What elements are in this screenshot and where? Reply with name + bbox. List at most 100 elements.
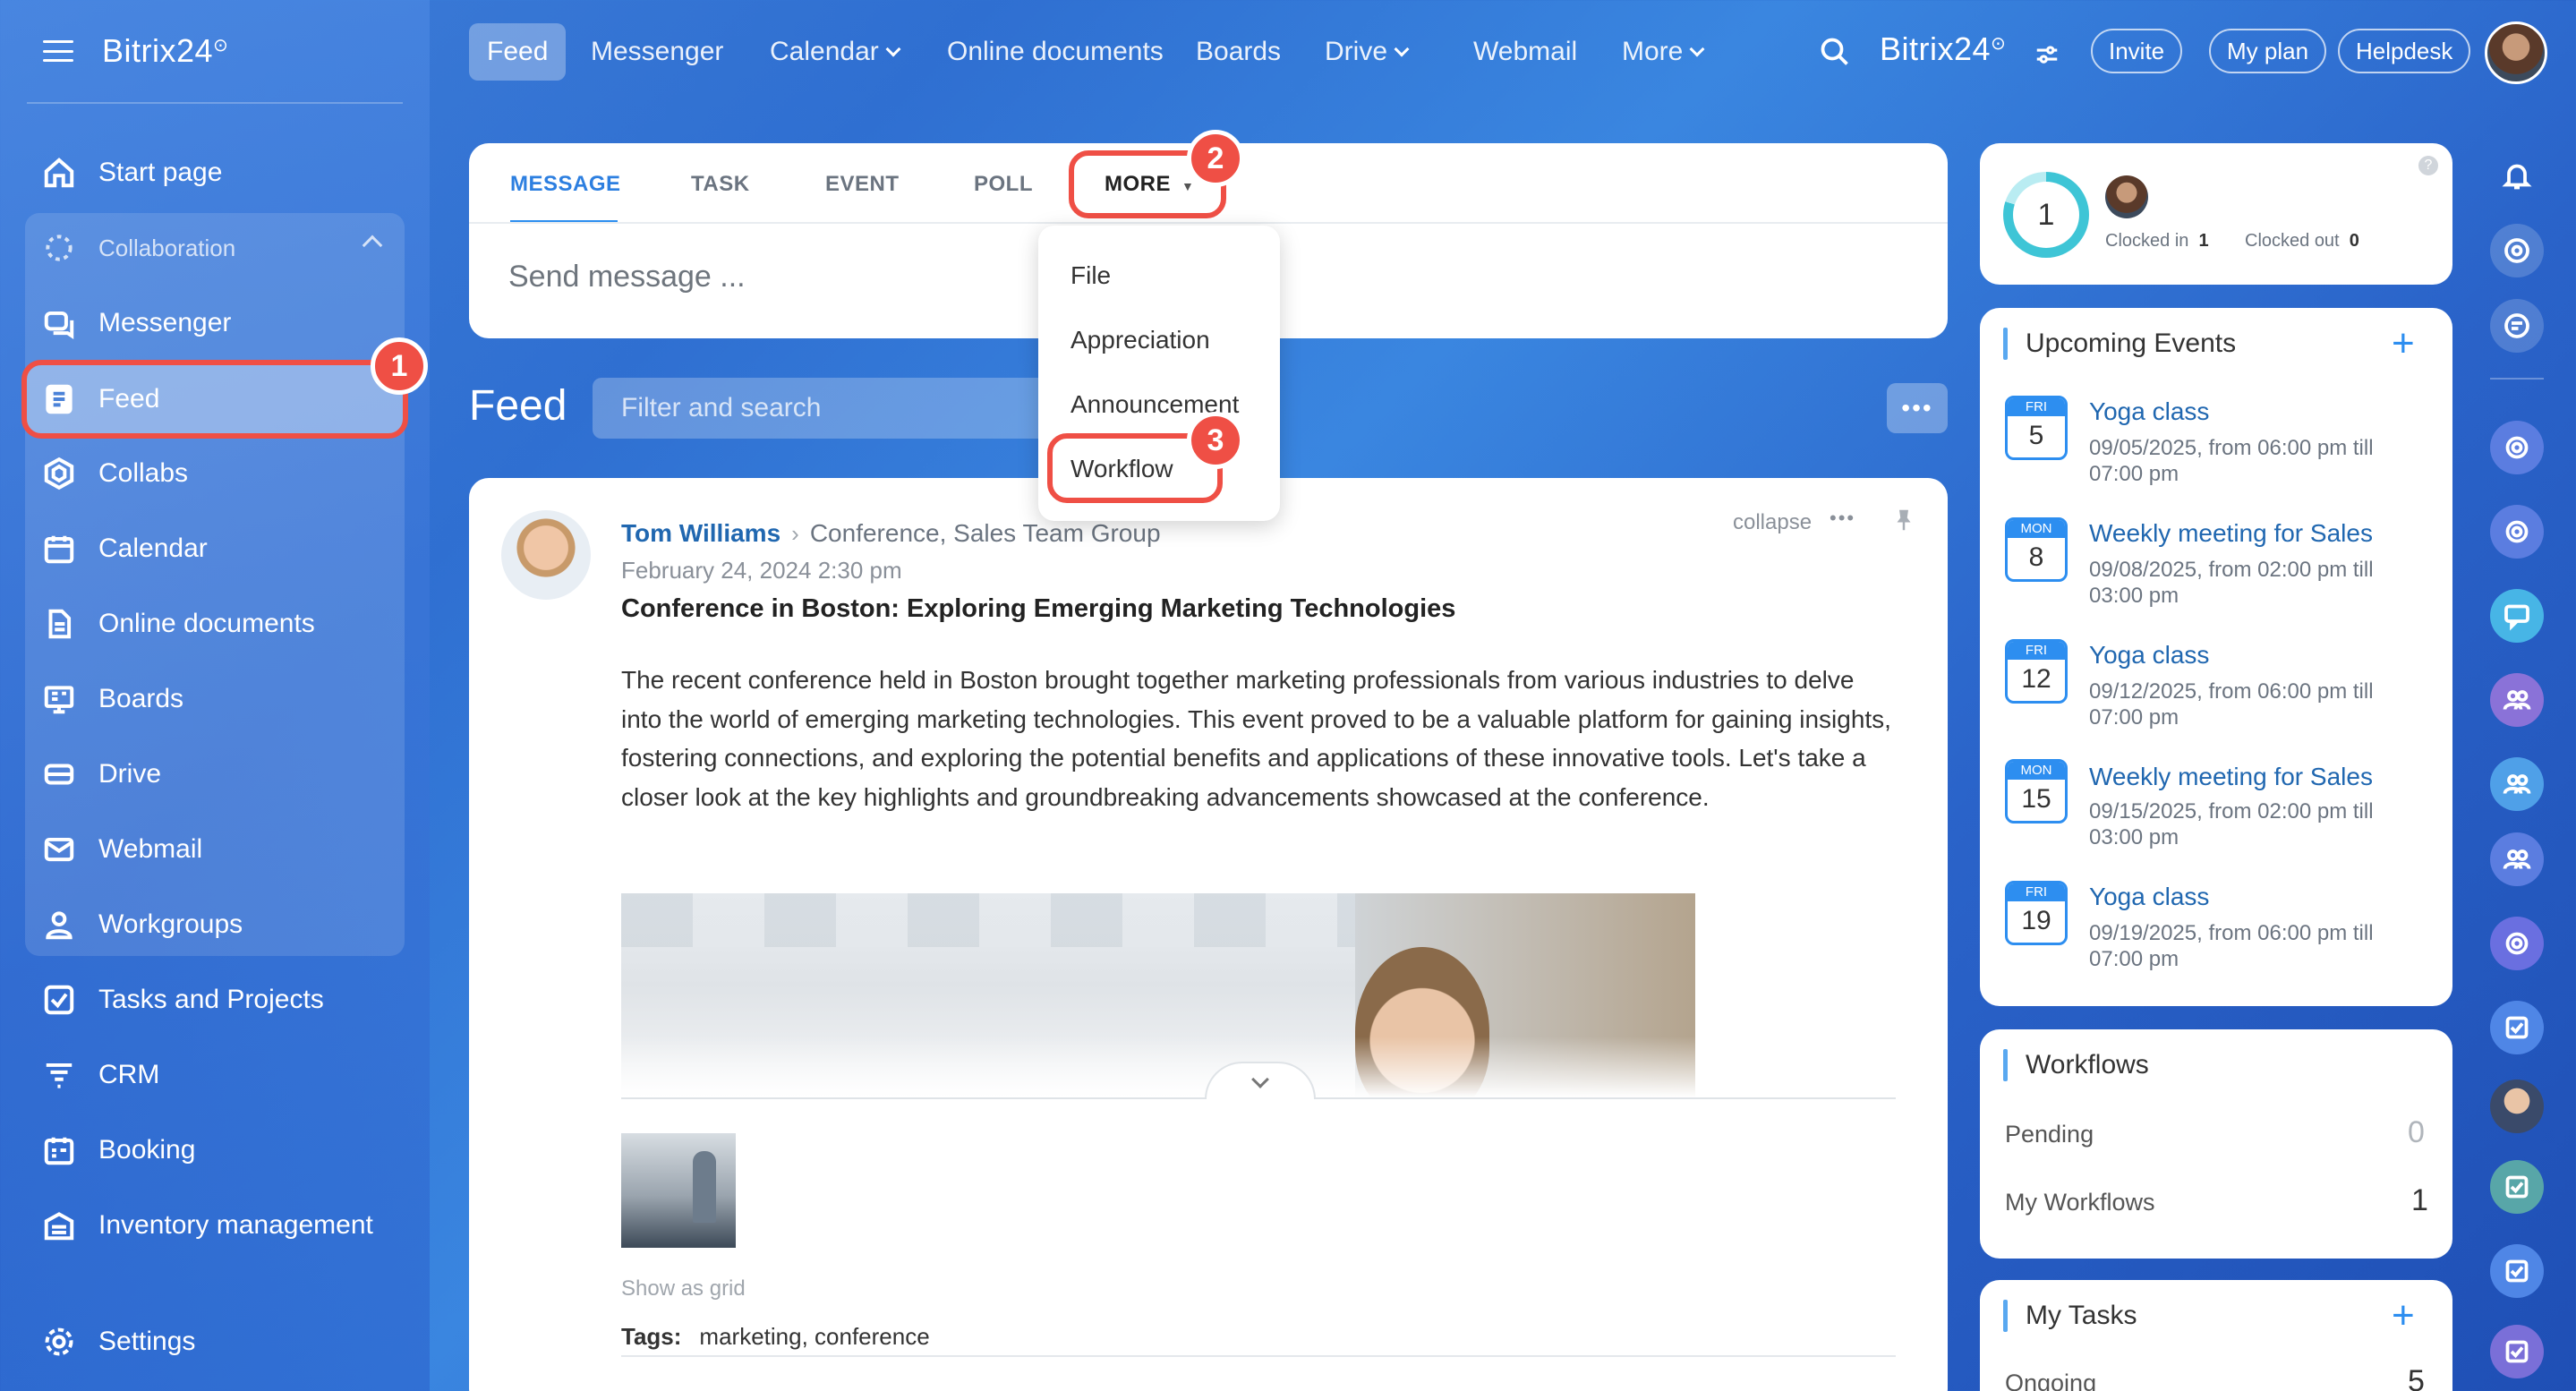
booking-icon (41, 1132, 77, 1168)
post-image[interactable] (621, 893, 1695, 1097)
tasks-ongoing-count: 5 (2408, 1364, 2425, 1391)
help-icon[interactable]: ? (2418, 156, 2438, 175)
topnav-webmail[interactable]: Webmail (1455, 23, 1595, 81)
post-target[interactable]: Conference, Sales Team Group (810, 519, 1161, 548)
event-time: 09/19/2025, from 06:00 pm till 07:00 pm (2089, 921, 2374, 971)
sidebar-item-messenger[interactable]: Messenger (27, 288, 403, 358)
user-chat-avatar[interactable] (2490, 1080, 2544, 1133)
event-day: MON (2008, 520, 2065, 538)
task-chat-icon[interactable] (2490, 1244, 2544, 1298)
sidebar-item-boards[interactable]: Boards (27, 664, 403, 734)
tab-message[interactable]: MESSAGE (510, 172, 621, 197)
search-icon[interactable] (1819, 36, 1851, 68)
event-title[interactable]: Yoga class (2089, 883, 2209, 911)
activity-icon[interactable] (2490, 224, 2544, 277)
tab-task[interactable]: TASK (691, 172, 750, 197)
channel-icon[interactable] (2490, 917, 2544, 970)
more-options-icon[interactable]: ••• (1887, 383, 1948, 433)
avatar[interactable] (2485, 21, 2547, 84)
clocked-in-value: 1 (2198, 231, 2209, 251)
sidebar-item-online-documents[interactable]: Online documents (27, 589, 403, 659)
add-event-icon[interactable]: + (2392, 324, 2415, 363)
sidebar-item-start-page[interactable]: Start page (27, 138, 403, 208)
calendar-icon (41, 531, 77, 567)
chat-icon (41, 305, 77, 341)
my-workflows-label[interactable]: My Workflows (2005, 1189, 2155, 1216)
event-title[interactable]: Yoga class (2089, 641, 2209, 670)
group-chat-icon[interactable] (2490, 757, 2544, 811)
sidebar-item-inventory-management[interactable]: Inventory management (27, 1190, 403, 1260)
brand-logo[interactable]: Bitrix24⊙ (102, 32, 228, 70)
event-title[interactable]: Weekly meeting for Sales (2089, 763, 2373, 791)
notifications-icon[interactable] (2490, 149, 2544, 202)
tab-more[interactable]: MORE ▼ (1105, 172, 1194, 197)
user-avatar-small[interactable] (2105, 175, 2148, 218)
show-as-grid-link[interactable]: Show as grid (621, 1276, 746, 1301)
author-link[interactable]: Tom Williams (621, 519, 780, 548)
menu-icon[interactable] (43, 40, 73, 62)
event-time: 09/15/2025, from 02:00 pm till 03:00 pm (2089, 799, 2374, 849)
topnav-boards[interactable]: Boards (1178, 23, 1299, 81)
clocked-out: Clocked out 0 (2245, 231, 2359, 252)
tag-item[interactable]: conference (815, 1323, 930, 1351)
chevron-up-icon[interactable] (362, 235, 383, 256)
topnav-feed[interactable]: Feed (469, 23, 567, 81)
invite-button[interactable]: Invite (2091, 29, 2183, 73)
sidebar-item-settings[interactable]: Settings (27, 1307, 403, 1377)
topnav-calendar[interactable]: Calendar (752, 23, 917, 81)
helpdesk-button[interactable]: Helpdesk (2338, 29, 2471, 73)
menu-item-file[interactable]: File (1070, 261, 1111, 290)
brand-logo-top[interactable]: Bitrix24⊙ (1880, 30, 2006, 68)
support-chat-icon[interactable] (2490, 299, 2544, 353)
post-menu-icon[interactable]: ••• (1830, 507, 1855, 530)
chat-bubble-icon[interactable] (2490, 589, 2544, 643)
sidebar-item-tasks-and-projects[interactable]: Tasks and Projects (27, 965, 403, 1035)
message-input[interactable]: Send message ... (508, 260, 746, 294)
author-avatar[interactable] (501, 510, 591, 600)
group-chat-icon[interactable] (2490, 832, 2544, 886)
group-icon (41, 907, 77, 943)
tab-poll[interactable]: POLL (974, 172, 1033, 197)
my-plan-button[interactable]: My plan (2209, 29, 2327, 73)
settings-sliders-icon[interactable] (2034, 41, 2060, 68)
event-title[interactable]: Weekly meeting for Sales (2089, 519, 2373, 548)
group-chat-icon[interactable] (2490, 673, 2544, 727)
sidebar-group-collaboration[interactable]: Collaboration (27, 213, 403, 283)
tag-item[interactable]: marketing (699, 1323, 801, 1351)
sidebar-item-calendar[interactable]: Calendar (27, 514, 403, 584)
sidebar-item-feed[interactable]: Feed (21, 360, 408, 439)
task-chat-icon[interactable] (2490, 1325, 2544, 1378)
task-chat-icon[interactable] (2490, 1001, 2544, 1054)
sidebar: Bitrix24⊙ Start page Collaboration Messe… (0, 0, 430, 1391)
collapse-link[interactable]: collapse (1733, 510, 1812, 535)
chevron-down-icon (1394, 41, 1410, 57)
menu-item-appreciation[interactable]: Appreciation (1070, 326, 1210, 354)
topnav-drive[interactable]: Drive (1307, 23, 1425, 81)
sidebar-item-crm[interactable]: CRM (27, 1040, 403, 1110)
sidebar-item-label: Inventory management (98, 1210, 373, 1240)
topnav-more[interactable]: More (1604, 23, 1720, 81)
sidebar-item-workgroups[interactable]: Workgroups (27, 890, 403, 960)
sidebar-item-drive[interactable]: Drive (27, 739, 403, 809)
image-thumbnail[interactable] (621, 1133, 736, 1248)
workflows-pending-label[interactable]: Pending (2005, 1121, 2094, 1148)
task-chat-icon[interactable] (2490, 1160, 2544, 1214)
topnav-messenger[interactable]: Messenger (573, 23, 741, 81)
expand-button[interactable] (1205, 1062, 1316, 1099)
channel-icon[interactable] (2490, 421, 2544, 474)
pin-icon[interactable] (1890, 505, 1917, 535)
add-task-icon[interactable]: + (2392, 1296, 2415, 1336)
tab-event[interactable]: EVENT (825, 172, 900, 197)
topnav-online-documents[interactable]: Online documents (929, 23, 1181, 81)
sidebar-item-collabs[interactable]: Collabs (27, 439, 403, 508)
post-header: Tom Williams › Conference, Sales Team Gr… (621, 519, 1161, 548)
tasks-ongoing-label[interactable]: Ongoing (2005, 1370, 2096, 1391)
filter-search-input[interactable]: Filter and search (593, 378, 1058, 439)
channel-icon[interactable] (2490, 505, 2544, 559)
event-title[interactable]: Yoga class (2089, 397, 2209, 426)
clock-ring[interactable]: 1 (2003, 172, 2089, 258)
sidebar-item-label: Settings (98, 1327, 196, 1356)
sidebar-item-booking[interactable]: Booking (27, 1115, 403, 1185)
page-title: Feed (469, 382, 567, 430)
sidebar-item-webmail[interactable]: Webmail (27, 815, 403, 884)
